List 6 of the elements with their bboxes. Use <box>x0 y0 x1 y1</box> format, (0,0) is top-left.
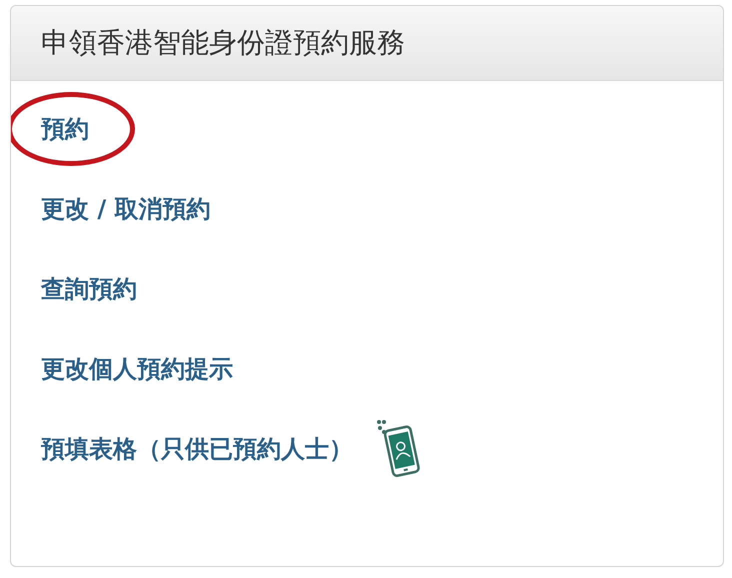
service-link[interactable]: 查詢預約 <box>41 273 137 305</box>
panel-title: 申領香港智能身份證預約服務 <box>41 25 405 61</box>
service-link[interactable]: 預約 <box>41 113 89 145</box>
service-link[interactable]: 更改個人預約提示 <box>41 353 233 385</box>
service-link[interactable]: 預填表格（只供已預約人士） <box>41 433 353 465</box>
service-link[interactable]: 更改 / 取消預約 <box>41 193 210 225</box>
